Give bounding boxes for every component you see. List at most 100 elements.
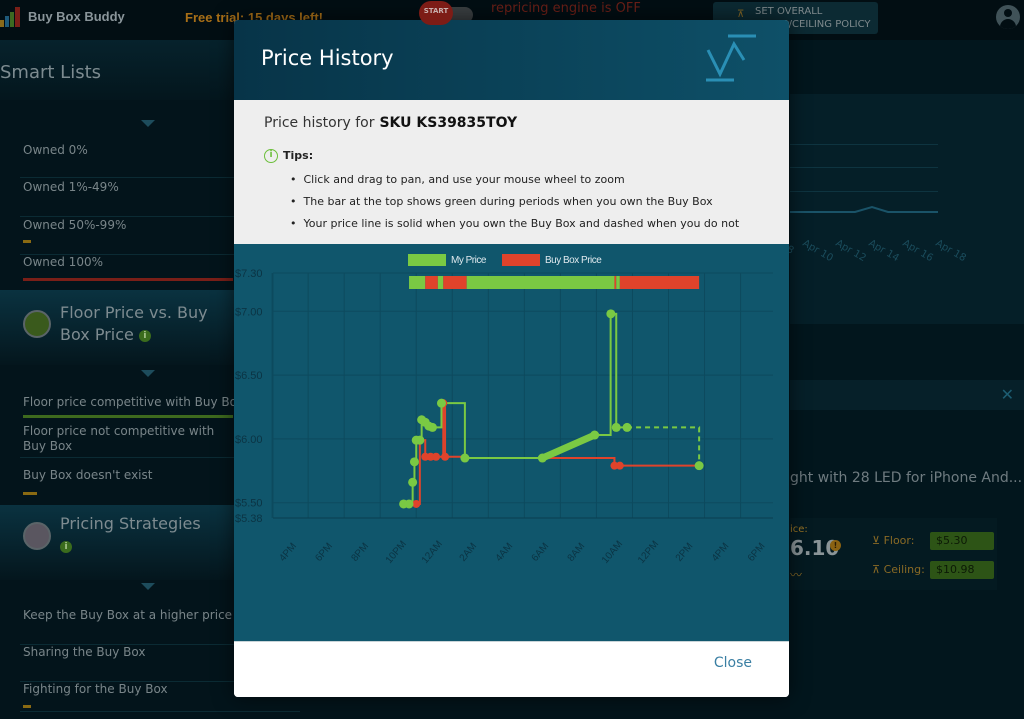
ceiling-label: ⊼ Ceiling:: [872, 563, 925, 576]
tips-heading: i Tips:: [264, 149, 313, 163]
price-label: ice:: [790, 524, 808, 535]
close-button[interactable]: Close: [714, 655, 752, 671]
data-point-my-price: [415, 435, 425, 445]
data-point-my-price: [611, 422, 621, 432]
count-bar: [23, 492, 37, 495]
tip-item: The bar at the top shows green during pe…: [290, 195, 713, 208]
y-axis-labels: $7.30 $7.00 $6.50 $6.00 $5.50 $5.38: [235, 268, 263, 525]
logo-icon: [0, 7, 20, 27]
warning-icon[interactable]: !: [830, 540, 841, 551]
close-icon[interactable]: ✕: [1001, 385, 1014, 404]
x-tick-label: 4AM: [494, 541, 516, 564]
y-tick-label: $5.38: [235, 513, 263, 525]
chevron-down-icon[interactable]: [141, 583, 155, 590]
data-point-buy-box-price: [432, 452, 441, 461]
ownership-segment-owned: [616, 276, 620, 289]
ceiling-icon: ⊼: [737, 9, 745, 20]
x-tick-label: 8PM: [349, 541, 371, 564]
data-point-my-price: [427, 422, 437, 432]
date-tick: Apr 12: [833, 238, 868, 265]
legend-label-buy-box-price: Buy Box Price: [545, 255, 602, 266]
buybox-ownership-bar: [409, 276, 700, 289]
history-for: Price history for SKU KS39835TOY: [264, 115, 518, 131]
data-point-my-price: [537, 453, 547, 463]
modal-info: Price history forSKU KS39835TOY iTips: C…: [234, 100, 789, 244]
info-icon[interactable]: i: [138, 329, 151, 342]
data-point-my-price: [622, 422, 632, 432]
tip-item: Your price line is solid when you own th…: [290, 217, 740, 230]
date-tick: Apr 18: [933, 238, 968, 265]
count-bar: [23, 415, 233, 418]
chart-legend: My Price Buy Box Price: [408, 254, 603, 266]
chart-grid: [271, 272, 773, 519]
x-tick-label: 6PM: [313, 541, 335, 564]
x-tick-label: 10AM: [600, 539, 625, 566]
user-avatar-icon[interactable]: [996, 5, 1020, 29]
price-card: ice: 6.10 ! 〰 ⊻ Floor: $5.30 ⊼ Ceiling: …: [790, 518, 997, 590]
trend-icon[interactable]: 〰: [790, 566, 802, 583]
price-chart[interactable]: $7.30 $7.00 $6.50 $6.00 $5.50 $5.38 4PM 6PM 8PM…: [234, 244, 789, 641]
y-tick-label: $6.50: [235, 370, 263, 382]
background-chart: 8 Apr 10 Apr 12 Apr 14 Apr 16 Apr 18: [785, 94, 1024, 324]
y-tick-label: $6.00: [235, 434, 263, 446]
modal-title: Price History: [261, 46, 394, 70]
ownership-segment-not-owned: [614, 276, 617, 289]
date-tick: Apr 16: [900, 238, 935, 265]
data-point-my-price: [460, 453, 470, 463]
list-item-floor-not-competitive[interactable]: Floor price not competitive with Buy Box: [20, 424, 235, 458]
legend-swatch-my-price: [408, 254, 446, 266]
modal-header: Price History: [234, 20, 789, 100]
x-tick-label: 8AM: [566, 541, 588, 564]
ownership-segment-not-owned: [619, 276, 700, 289]
x-tick-label: 12AM: [420, 539, 445, 566]
data-point-my-price: [408, 477, 418, 487]
data-point-my-price: [404, 499, 414, 509]
ownership-segment-not-owned: [443, 276, 467, 289]
y-tick-label: $5.50: [235, 498, 263, 510]
floor-label: ⊻ Floor:: [872, 534, 915, 547]
ownership-segment-not-owned: [425, 276, 438, 289]
data-point-my-price: [436, 398, 446, 408]
data-point-my-price: [694, 461, 704, 471]
product-title[interactable]: ght with 28 LED for iPhone And...: [790, 470, 1022, 486]
engine-status: repricing engine is OFF: [491, 1, 641, 16]
count-bar: [23, 278, 233, 281]
data-point-my-price: [409, 457, 419, 467]
price-history-modal: Price History Price history for SKU KS398…: [234, 20, 789, 697]
y-tick-label: $7.00: [235, 306, 263, 318]
background-chart-line: [790, 205, 938, 213]
ownership-segment-owned: [437, 276, 444, 289]
x-axis-labels: 4PM 6PM 8PM 10PM 12AM 2AM 4AM 6AM 8AM 10AM 12PM 2PM…: [277, 539, 767, 566]
floor-vs-buybox-title: Floor Price vs. Buy Box Price i: [60, 303, 208, 344]
sku-label: SKU KS39835TOY: [379, 115, 518, 131]
x-tick-label: 6AM: [530, 541, 552, 564]
price-chart-svg[interactable]: $7.30 $7.00 $6.50 $6.00 $5.50 $5.38 4PM 6PM 8PM…: [234, 244, 789, 641]
series-segment-my-price: [610, 312, 618, 428]
x-tick-label: 6PM: [746, 541, 768, 564]
chevron-down-icon[interactable]: [141, 370, 155, 377]
ceiling-value[interactable]: $10.98: [930, 561, 994, 579]
pricing-strategies-title: Pricing Strategies i: [60, 514, 201, 553]
series-segment-my-price: [627, 426, 701, 466]
modal-footer: Close: [234, 641, 789, 697]
data-point-my-price: [606, 309, 616, 319]
start-button[interactable]: START: [419, 1, 453, 25]
legend-label-my-price: My Price: [451, 255, 487, 266]
data-point-buy-box-price: [441, 452, 450, 461]
info-icon[interactable]: i: [60, 540, 72, 553]
x-tick-label: 4PM: [277, 541, 299, 564]
smart-lists-title: Smart Lists: [0, 62, 102, 83]
x-tick-label: 12PM: [636, 539, 661, 566]
chevron-down-icon[interactable]: [141, 120, 155, 127]
data-point-my-price: [590, 430, 600, 440]
x-tick-label: 4PM: [710, 541, 732, 564]
x-tick-label: 2PM: [674, 541, 696, 564]
price-range-logo-icon: [706, 34, 756, 82]
x-tick-label: 2AM: [458, 541, 480, 564]
count-bar: [23, 705, 31, 708]
legend-swatch-buy-box-price: [502, 254, 540, 266]
info-icon: i: [264, 149, 278, 163]
gauge-icon: [23, 310, 51, 338]
floor-value[interactable]: $5.30: [930, 532, 994, 550]
tip-item: Click and drag to pan, and use your mous…: [290, 173, 625, 186]
